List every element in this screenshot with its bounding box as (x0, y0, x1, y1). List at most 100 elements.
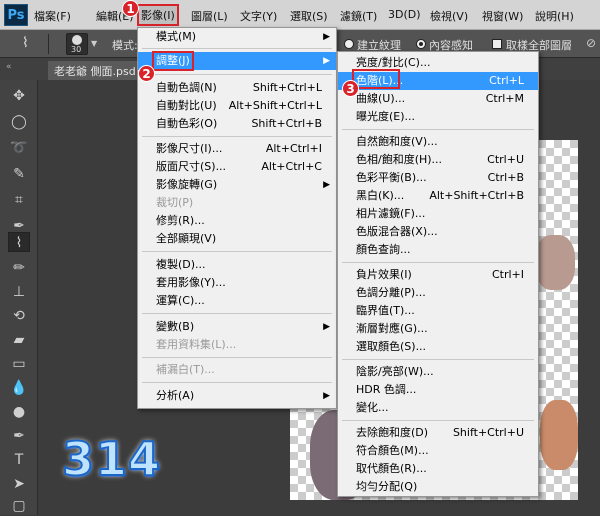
dodge-tool-icon[interactable]: ● (8, 402, 30, 422)
adjust-menu-item[interactable]: 選取顏色(S)... (338, 338, 538, 356)
brush-tool-icon[interactable]: ✏ (8, 258, 30, 278)
watermark-logo: 314 (61, 431, 162, 487)
blur-tool-icon[interactable]: 💧 (8, 378, 30, 398)
image-menu-item: 補漏白(T)... (156, 363, 215, 376)
menu-window[interactable]: 視窗(W) (482, 8, 523, 24)
adjust-menu-item[interactable]: 曝光度(E)... (338, 108, 538, 126)
menu-select[interactable]: 選取(S) (290, 8, 328, 24)
submenu-arrow-icon: ▶ (323, 56, 330, 66)
brush-tip-icon (72, 35, 82, 45)
type-tool-icon[interactable]: T (8, 450, 30, 470)
image-menu-item: 裁切(P) (156, 196, 194, 209)
menu-3d[interactable]: 3D(D) (388, 8, 421, 21)
path-select-tool-icon[interactable]: ➤ (8, 474, 30, 494)
image-menu-item[interactable]: 自動對比(U) Alt+Shift+Ctrl+L (138, 97, 336, 115)
collapse-icon[interactable]: « (6, 62, 12, 72)
pressure-icon[interactable]: ⊘ (586, 36, 596, 50)
submenu-arrow-icon: ▶ (323, 180, 330, 190)
adjust-menu-item[interactable]: 曲線(U)... Ctrl+M (338, 90, 538, 108)
step-callout-1: 1 (122, 0, 139, 17)
menu-filter[interactable]: 濾鏡(T) (340, 8, 377, 24)
move-tool-icon[interactable]: ✥ (8, 86, 30, 106)
sample-all-layers-checkbox[interactable] (492, 39, 502, 49)
adjust-menu-item[interactable]: 顏色查詢... (338, 241, 538, 259)
menu-help[interactable]: 說明(H) (535, 8, 574, 24)
image-menu-item[interactable]: 套用影像(Y)... (138, 274, 336, 292)
adjust-menu-item[interactable]: 漸層對應(G)... (338, 320, 538, 338)
image-menu-item[interactable]: 修剪(R)... (138, 212, 336, 230)
menu-layer[interactable]: 圖層(L) (191, 8, 228, 24)
image-menu-item[interactable]: 運算(C)... (138, 292, 336, 310)
pen-tool-icon[interactable]: ✒ (8, 426, 30, 446)
menu-view[interactable]: 檢視(V) (430, 8, 468, 24)
step-callout-2: 2 (138, 65, 155, 82)
image-menu-item[interactable]: 自動色彩(O) Shift+Ctrl+B (138, 115, 336, 133)
image-menu-item[interactable]: 分析(A) ▶ (138, 387, 336, 405)
menu-separator (142, 357, 332, 358)
menu-separator (142, 74, 332, 75)
menu-file[interactable]: 檔案(F) (34, 8, 71, 24)
brush-size-value: 30 (71, 45, 82, 54)
history-brush-tool-icon[interactable]: ⟲ (8, 306, 30, 326)
image-menu-item[interactable]: 全部顯現(V) (138, 230, 336, 248)
menu-separator (342, 420, 534, 421)
image-menu-item: 套用資料集(L)... (156, 338, 237, 351)
adjust-menu-item[interactable]: 色調分離(P)... (338, 284, 538, 302)
adjust-menu-item[interactable]: 自然飽和度(V)... (338, 133, 538, 151)
highlight-box-adjustments (152, 51, 194, 71)
adjust-menu-item[interactable]: 符合顏色(M)... (338, 442, 538, 460)
submenu-arrow-icon: ▶ (323, 32, 330, 42)
image-menu-item[interactable]: 複製(D)... (138, 256, 336, 274)
chevron-down-icon[interactable]: ▼ (91, 39, 97, 48)
adjust-menu-item[interactable]: 臨界值(T)... (338, 302, 538, 320)
submenu-arrow-icon: ▶ (323, 322, 330, 332)
adjust-menu-item[interactable]: 色相/飽和度(H)... Ctrl+U (338, 151, 538, 169)
lasso-tool-icon[interactable]: ➰ (8, 138, 30, 158)
quick-select-tool-icon[interactable]: ✎ (8, 164, 30, 184)
shape-tool-icon[interactable]: ▢ (8, 496, 30, 516)
step-callout-3: 3 (342, 80, 359, 97)
healing-brush-tool-icon[interactable]: ⌇ (8, 232, 30, 252)
adjust-menu-item[interactable]: 均勻分配(Q) (338, 478, 538, 496)
highlight-box-levels (352, 69, 400, 89)
menu-image[interactable]: 影像(I) (137, 4, 179, 26)
menu-separator (342, 359, 534, 360)
adjust-menu-item[interactable]: 變化... (338, 399, 538, 417)
create-texture-radio[interactable] (344, 39, 354, 49)
menu-type[interactable]: 文字(Y) (240, 8, 277, 24)
adjust-menu-item[interactable]: 黑白(K)... Alt+Shift+Ctrl+B (338, 187, 538, 205)
image-menu-item[interactable]: 版面尺寸(S)... Alt+Ctrl+C (138, 158, 336, 176)
adjust-menu-item[interactable]: 負片效果(I) Ctrl+I (338, 266, 538, 284)
content-aware-radio[interactable] (416, 39, 426, 49)
image-menu-item[interactable]: 影像尺寸(I)... Alt+Ctrl+I (138, 140, 336, 158)
mode-label: 模式: (112, 39, 138, 52)
adjust-menu-item[interactable]: 取代顏色(R)... (338, 460, 538, 478)
eraser-tool-icon[interactable]: ▰ (8, 330, 30, 350)
menu-separator (142, 48, 332, 49)
adjust-menu-item[interactable]: 相片濾鏡(F)... (338, 205, 538, 223)
image-menu-item[interactable]: 模式(M) ▶ (138, 28, 336, 46)
gradient-tool-icon[interactable]: ▭ (8, 354, 30, 374)
tools-panel: ✥ ◯ ➰ ✎ ⌗ ✒ ⌇ ✏ ⊥ ⟲ ▰ ▭ 💧 ● ✒ T ➤ ▢ (0, 80, 38, 515)
image-menu-item[interactable]: 自動色調(N) Shift+Ctrl+L (138, 79, 336, 97)
adjust-menu-item[interactable]: 色彩平衡(B)... Ctrl+B (338, 169, 538, 187)
image-menu-item[interactable]: 影像旋轉(G) ▶ (138, 176, 336, 194)
photoshop-logo-icon: Ps (4, 4, 28, 26)
brush-size-picker[interactable]: 30 (66, 33, 88, 55)
image-menu-item[interactable]: 變數(B) ▶ (138, 318, 336, 336)
clone-stamp-tool-icon[interactable]: ⊥ (8, 282, 30, 302)
adjust-menu-item[interactable]: 去除飽和度(D) Shift+Ctrl+U (338, 424, 538, 442)
adjust-menu-item[interactable]: HDR 色調... (338, 381, 538, 399)
artwork-detail (535, 235, 575, 290)
adjust-menu-item[interactable]: 色版混合器(X)... (338, 223, 538, 241)
healing-brush-icon[interactable]: ⌇ (22, 35, 29, 51)
adjust-menu-item[interactable]: 陰影/亮部(W)... (338, 363, 538, 381)
marquee-tool-icon[interactable]: ◯ (8, 112, 30, 132)
adjustments-submenu: 亮度/對比(C)... 色階(L)... Ctrl+L 曲線(U)... Ctrl+… (337, 51, 539, 497)
menu-separator (342, 262, 534, 263)
menu-bar: Ps 檔案(F) 編輯(E) 影像(I) 圖層(L) 文字(Y) 選取(S) 濾… (0, 0, 600, 30)
image-menu-dropdown: 模式(M) ▶ 調整(J) ▶ 自動色調(N) Shift+Ctrl+L 自動對比(U… (137, 27, 337, 409)
menu-separator (142, 313, 332, 314)
crop-tool-icon[interactable]: ⌗ (8, 190, 30, 210)
menu-separator (142, 136, 332, 137)
